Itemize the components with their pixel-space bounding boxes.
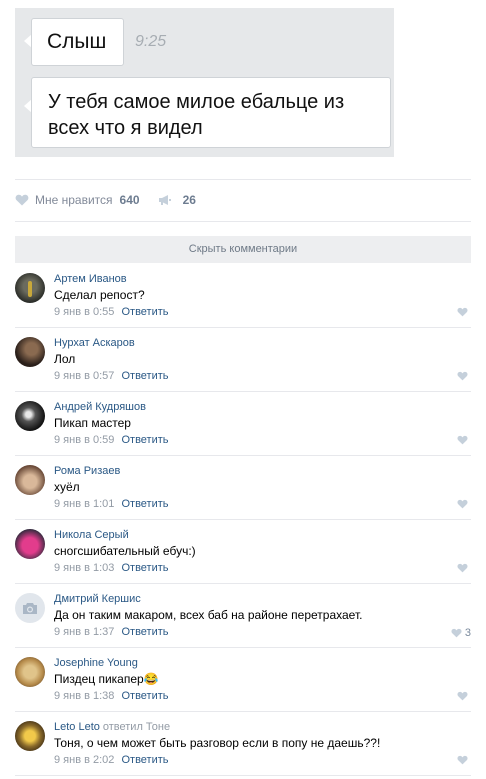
comment-meta: 9 янв в 0:57 Ответить	[54, 370, 169, 382]
comment-author[interactable]: Дмитрий Кершис	[54, 593, 141, 605]
comment-item: Нурхат Аскаров Лол 9 янв в 0:57 Ответить	[15, 328, 471, 392]
avatar[interactable]	[15, 721, 45, 751]
comment-author[interactable]: Андрей Кудряшов	[54, 401, 146, 413]
comment-date[interactable]: 9 янв в 2:02	[54, 754, 114, 766]
comment-author[interactable]: Артем Иванов	[54, 273, 127, 285]
reply-button[interactable]: Ответить	[121, 754, 168, 766]
reply-button[interactable]: Ответить	[121, 434, 168, 446]
comment-date[interactable]: 9 янв в 1:37	[54, 626, 114, 638]
comment-item: Артем Иванов Сделал репост? 9 янв в 0:55…	[15, 264, 471, 328]
comments-list: Артем Иванов Сделал репост? 9 янв в 0:55…	[15, 264, 471, 776]
comment-like-button[interactable]: 3	[451, 627, 471, 639]
comment-text: Сделал репост?	[54, 288, 145, 302]
heart-icon	[457, 307, 468, 317]
comment-author: Leto Leto ответил Тоне	[54, 721, 170, 733]
comment-text: Лол	[54, 352, 76, 366]
comment-replied-to[interactable]: ответил Тоне	[103, 721, 170, 733]
comment-date[interactable]: 9 янв в 1:01	[54, 498, 114, 510]
comment-meta: 9 янв в 1:38 Ответить	[54, 690, 169, 702]
reply-button[interactable]: Ответить	[121, 562, 168, 574]
comment-text: Пиздец пикапер😂	[54, 672, 159, 686]
chat-time: 9:25	[135, 33, 167, 50]
avatar[interactable]	[15, 337, 45, 367]
avatar[interactable]	[15, 657, 45, 687]
comment-like-button[interactable]	[457, 691, 471, 701]
share-button[interactable]: 26	[158, 193, 196, 207]
comment-meta: 9 янв в 2:02 Ответить	[54, 754, 169, 766]
reply-button[interactable]: Ответить	[121, 498, 168, 510]
comment-item: Рома Ризаев хуёл 9 янв в 1:01 Ответить	[15, 456, 471, 520]
avatar[interactable]	[15, 593, 45, 623]
comment-like-button[interactable]	[457, 563, 471, 573]
share-count: 26	[182, 193, 196, 207]
chat-message-2-line-2: всех что я видел	[48, 117, 203, 139]
comment-like-button[interactable]	[457, 755, 471, 765]
hide-comments-button[interactable]: Скрыть комментарии	[15, 236, 471, 263]
comment-date[interactable]: 9 янв в 0:55	[54, 306, 114, 318]
comment-text: хуёл	[54, 480, 80, 494]
heart-icon	[457, 499, 468, 509]
camera-icon	[23, 602, 37, 614]
chat-message-1: Слыш	[47, 30, 107, 53]
comment-text: Пикап мастер	[54, 416, 131, 430]
comment-meta: 9 янв в 1:01 Ответить	[54, 498, 169, 510]
heart-icon	[457, 435, 468, 445]
chat-bubble-1: Слыш	[31, 18, 124, 66]
reply-button[interactable]: Ответить	[121, 306, 168, 318]
comment-like-button[interactable]	[457, 435, 471, 445]
comment-author[interactable]: Рома Ризаев	[54, 465, 120, 477]
comment-item: Josephine Young Пиздец пикапер😂 9 янв в …	[15, 648, 471, 712]
heart-icon	[457, 371, 468, 381]
chat-screenshot: Слыш 9:25 У тебя самое милое ебальце из …	[15, 8, 394, 157]
avatar[interactable]	[15, 401, 45, 431]
reply-button[interactable]: Ответить	[121, 370, 168, 382]
heart-icon	[457, 691, 468, 701]
comment-meta: 9 янв в 1:37 Ответить	[54, 626, 169, 638]
heart-icon	[457, 755, 468, 765]
comment-meta: 9 янв в 1:03 Ответить	[54, 562, 169, 574]
divider	[15, 221, 471, 222]
avatar[interactable]	[15, 273, 45, 303]
comment-like-button[interactable]	[457, 307, 471, 317]
reply-button[interactable]: Ответить	[121, 626, 168, 638]
heart-icon	[15, 194, 29, 206]
comment-item: Андрей Кудряшов Пикап мастер 9 янв в 0:5…	[15, 392, 471, 456]
heart-icon	[457, 563, 468, 573]
reply-button[interactable]: Ответить	[121, 690, 168, 702]
comment-date[interactable]: 9 янв в 1:03	[54, 562, 114, 574]
comment-item: Никола Серый сногсшибательный ебуч:) 9 я…	[15, 520, 471, 584]
comment-like-button[interactable]	[457, 499, 471, 509]
heart-icon	[451, 628, 462, 638]
avatar[interactable]	[15, 529, 45, 559]
comment-author[interactable]: Нурхат Аскаров	[54, 337, 135, 349]
divider	[15, 179, 471, 180]
comment-like-count: 3	[464, 627, 471, 639]
comment-date[interactable]: 9 янв в 1:38	[54, 690, 114, 702]
comment-author-name[interactable]: Leto Leto	[54, 721, 100, 733]
comment-meta: 9 янв в 0:55 Ответить	[54, 306, 169, 318]
avatar[interactable]	[15, 465, 45, 495]
comment-text: Да он таким макаром, всех баб на районе …	[54, 608, 363, 622]
like-count: 640	[119, 193, 140, 207]
megaphone-icon	[158, 195, 171, 205]
comment-meta: 9 янв в 0:59 Ответить	[54, 434, 169, 446]
comment-date[interactable]: 9 янв в 0:59	[54, 434, 114, 446]
post-actions: Мне нравится 640 26	[15, 192, 196, 208]
comment-item: Дмитрий Кершис Да он таким макаром, всех…	[15, 584, 471, 648]
comment-like-button[interactable]	[457, 371, 471, 381]
chat-message-2-line-1: У тебя самое милое ебальце из	[48, 91, 345, 113]
like-label: Мне нравится	[35, 193, 113, 207]
like-button[interactable]: Мне нравится 640	[15, 193, 140, 207]
comment-author[interactable]: Никола Серый	[54, 529, 129, 541]
comment-text: сногсшибательный ебуч:)	[54, 544, 196, 558]
comment-date[interactable]: 9 янв в 0:57	[54, 370, 114, 382]
comment-author[interactable]: Josephine Young	[54, 657, 138, 669]
chat-bubble-2: У тебя самое милое ебальце из всех что я…	[31, 77, 391, 148]
comment-text: Тоня, о чем может быть разговор если в п…	[54, 736, 381, 750]
comment-item: Leto Leto ответил Тоне Тоня, о чем может …	[15, 712, 471, 776]
